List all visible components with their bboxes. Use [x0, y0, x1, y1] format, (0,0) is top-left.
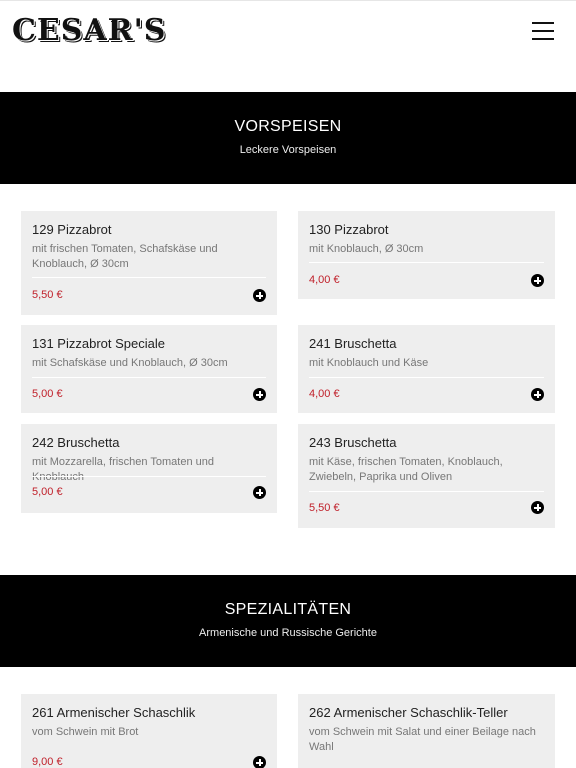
item-price: 4,00 €	[309, 388, 340, 400]
category-title: SPEZIALITÄTEN	[224, 601, 352, 618]
plus-circle-icon[interactable]	[253, 289, 266, 302]
menu-item-card: 131 Pizzabrot Speciale mit Schafskäse un…	[21, 325, 277, 413]
item-description: mit Käse, frischen Tomaten, Knoblauch, Z…	[309, 456, 503, 483]
item-description: mit frischen Tomaten, Schafskäse und Kno…	[32, 243, 218, 270]
item-description: mit Mozzarella, frischen Tomaten und Kno…	[32, 456, 214, 483]
item-description: mit Schafskäse und Knoblauch, Ø 30cm	[32, 357, 228, 369]
divider	[309, 262, 544, 263]
item-name: 131 Pizzabrot Speciale	[32, 336, 165, 351]
category-title: VORSPEISEN	[234, 118, 342, 135]
plus-circle-icon[interactable]	[531, 388, 544, 401]
menu-item-card: 261 Armenischer Schaschlik vom Schwein m…	[21, 694, 277, 768]
menu-item-card: 242 Bruschetta mit Mozzarella, frischen …	[21, 424, 277, 513]
item-name: 129 Pizzabrot	[32, 222, 112, 237]
item-name: 262 Armenischer Schaschlik-Teller	[309, 705, 508, 720]
item-price: 5,50 €	[32, 289, 63, 301]
menu-item-card: 130 Pizzabrot mit Knoblauch, Ø 30cm 4,00…	[298, 211, 555, 299]
divider	[309, 377, 544, 378]
hamburger-icon[interactable]	[532, 22, 556, 40]
category-subtitle: Armenische und Russische Gerichte	[199, 627, 377, 639]
menu-item-card: 129 Pizzabrot mit frischen Tomaten, Scha…	[21, 211, 277, 315]
divider	[32, 476, 266, 477]
item-name: 242 Bruschetta	[32, 435, 120, 450]
site-header: CESAR'S	[0, 0, 576, 93]
plus-circle-icon[interactable]	[253, 756, 266, 768]
item-price: 5,00 €	[32, 486, 63, 498]
item-description: vom Schwein mit Brot	[32, 726, 139, 738]
divider	[32, 377, 266, 378]
item-description: vom Schwein mit Salat und einer Beilage …	[309, 726, 536, 753]
item-description: mit Knoblauch und Käse	[309, 357, 429, 369]
category-banner-vorspeisen: VORSPEISEN Leckere Vorspeisen	[0, 92, 576, 184]
menu-item-card: 262 Armenischer Schaschlik-Teller vom Sc…	[298, 694, 555, 768]
item-description: mit Knoblauch, Ø 30cm	[309, 243, 424, 255]
category-banner-spezialitaeten: SPEZIALITÄTEN Armenische und Russische G…	[0, 575, 576, 667]
plus-circle-icon[interactable]	[531, 274, 544, 287]
item-price: 9,00 €	[32, 756, 63, 768]
menu-item-card: 241 Bruschetta mit Knoblauch und Käse 4,…	[298, 325, 555, 413]
hamburger-line	[532, 30, 554, 32]
plus-circle-icon[interactable]	[531, 501, 544, 514]
menu-item-card: 243 Bruschetta mit Käse, frischen Tomate…	[298, 424, 555, 528]
plus-circle-icon[interactable]	[253, 486, 266, 499]
item-price: 5,50 €	[309, 502, 340, 514]
item-name: 241 Bruschetta	[309, 336, 397, 351]
item-name: 261 Armenischer Schaschlik	[32, 705, 196, 720]
hamburger-line	[532, 22, 554, 24]
hamburger-line	[532, 38, 554, 40]
item-price: 5,00 €	[32, 388, 63, 400]
category-subtitle: Leckere Vorspeisen	[239, 144, 337, 156]
logo[interactable]: CESAR'S	[12, 13, 166, 48]
divider	[309, 491, 544, 492]
item-price: 4,00 €	[309, 274, 340, 286]
plus-circle-icon[interactable]	[253, 388, 266, 401]
item-name: 130 Pizzabrot	[309, 222, 389, 237]
item-name: 243 Bruschetta	[309, 435, 397, 450]
divider	[32, 277, 266, 278]
